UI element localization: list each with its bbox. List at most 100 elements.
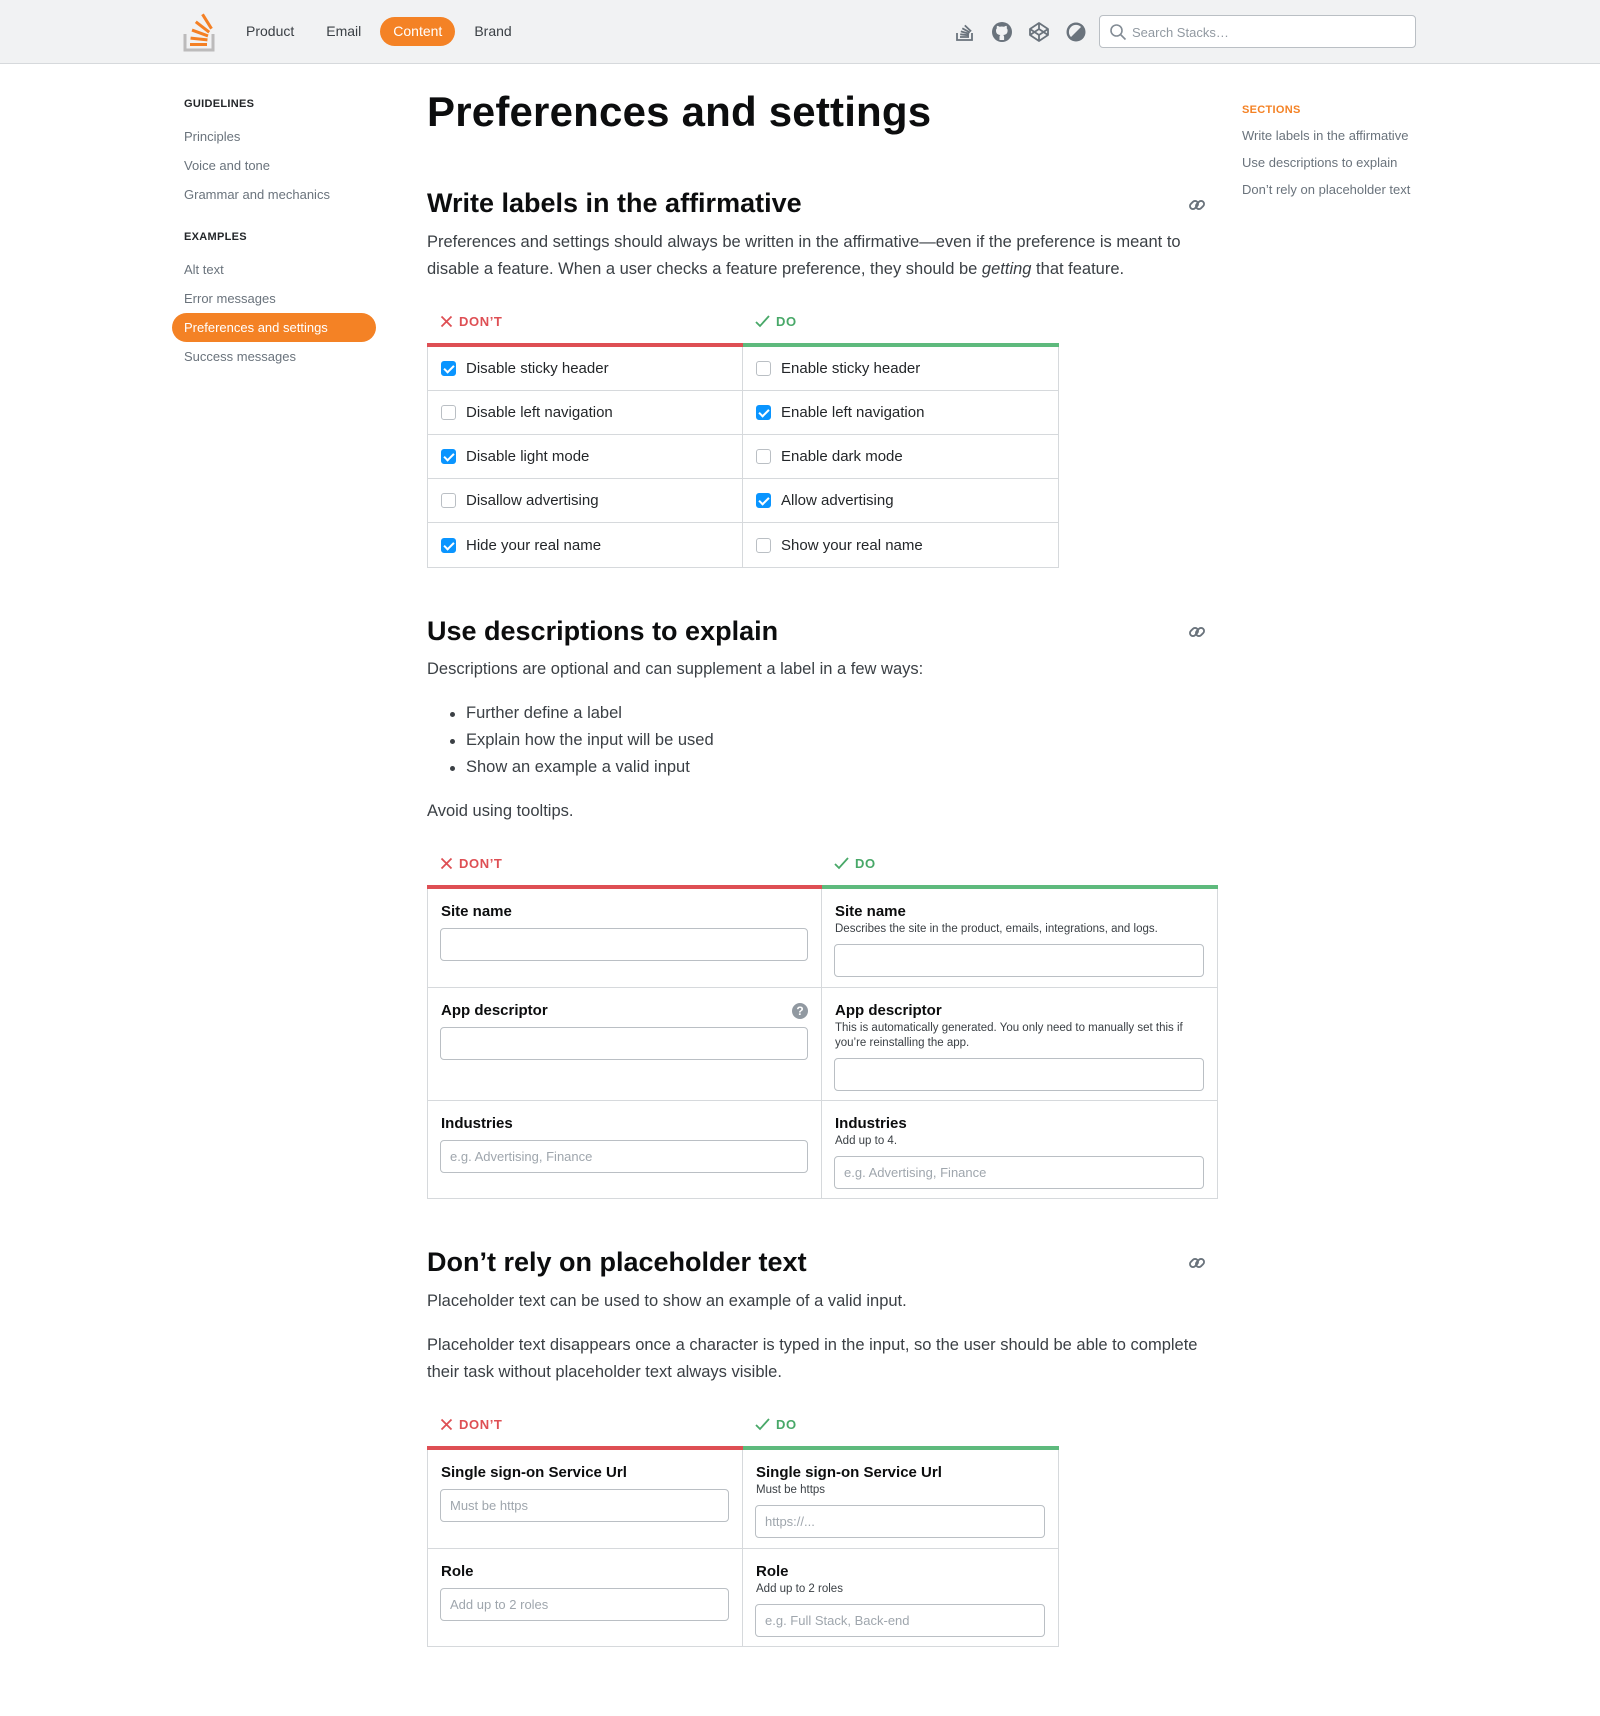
section1-body: Preferences and settings should always b… — [427, 233, 1181, 278]
theme-toggle-icon[interactable] — [1064, 20, 1088, 44]
text-input[interactable] — [755, 1505, 1045, 1538]
text-input[interactable] — [834, 1156, 1204, 1189]
checkbox-row[interactable]: Enable left navigation — [743, 391, 1058, 435]
dont-column: Single sign-on Service Url Role — [428, 1450, 743, 1646]
sidebar-item-grammar-and-mechanics[interactable]: Grammar and mechanics — [172, 180, 376, 209]
checkbox-label: Enable left navigation — [781, 404, 925, 421]
checkbox[interactable] — [441, 361, 456, 376]
section-link-placeholder[interactable]: Don’t rely on placeholder text — [1242, 181, 1442, 208]
checkbox[interactable] — [441, 405, 456, 420]
nav-brand[interactable]: Brand — [461, 17, 524, 46]
checkbox-row[interactable]: Disable sticky header — [428, 347, 742, 391]
search-input[interactable] — [1132, 21, 1402, 43]
checkbox-row[interactable]: Enable sticky header — [743, 347, 1058, 391]
text-input[interactable] — [440, 1140, 808, 1173]
section2-intro: Descriptions are optional and can supple… — [427, 660, 924, 678]
text-input[interactable] — [440, 1027, 808, 1060]
checkbox[interactable] — [756, 449, 771, 464]
checkbox-row[interactable]: Allow advertising — [743, 479, 1058, 523]
checkbox[interactable] — [756, 537, 771, 553]
do-column: Single sign-on Service Url Must be https R… — [743, 1450, 1058, 1646]
sidebar-item-error-messages[interactable]: Error messages — [172, 284, 376, 313]
checkbox[interactable] — [756, 493, 771, 508]
checkbox-label: Enable sticky header — [781, 360, 921, 377]
descriptions-list: Further define a label Explain how the i… — [448, 700, 714, 781]
do-heading: DO — [834, 855, 876, 871]
checkbox[interactable] — [756, 361, 771, 376]
checkbox-row[interactable]: Disable light mode — [428, 435, 742, 479]
check-icon — [755, 314, 770, 327]
header-icons — [953, 20, 1088, 44]
checkbox[interactable] — [441, 493, 456, 508]
search-box — [1099, 15, 1416, 48]
dont-heading: DON’T — [440, 855, 502, 871]
link-icon[interactable] — [1187, 622, 1207, 642]
github-icon[interactable] — [990, 20, 1014, 44]
checkbox[interactable] — [756, 405, 771, 420]
dont-heading: DON’T — [440, 313, 502, 329]
checkbox-row[interactable]: Disable left navigation — [428, 391, 742, 435]
nav-email[interactable]: Email — [313, 17, 374, 46]
stack-overflow-icon[interactable] — [953, 20, 977, 44]
text-input[interactable] — [440, 1489, 729, 1522]
field-label: Site name — [835, 903, 906, 920]
sidebar-item-success-messages[interactable]: Success messages — [172, 342, 376, 371]
checkbox-row[interactable]: Disallow advertising — [428, 479, 742, 523]
sidebar-item-voice-and-tone[interactable]: Voice and tone — [172, 151, 376, 180]
stacks-logo-icon[interactable] — [183, 12, 217, 52]
sidebar-item-alt-text[interactable]: Alt text — [172, 255, 376, 284]
form-field: App descriptor This is automatically gene… — [822, 988, 1217, 1101]
section-link-descriptions[interactable]: Use descriptions to explain — [1242, 154, 1442, 181]
link-icon[interactable] — [1187, 195, 1207, 215]
form-field: App descriptor? — [428, 988, 821, 1101]
checkbox-row[interactable]: Hide your real name — [428, 523, 742, 567]
checkbox[interactable] — [441, 449, 456, 464]
text-input[interactable] — [834, 1058, 1204, 1091]
field-description: Must be https — [756, 1484, 826, 1496]
checkbox-label: Disable light mode — [466, 448, 590, 465]
help-icon[interactable]: ? — [792, 1003, 808, 1019]
form-field: Site name Describes the site in the produ… — [822, 889, 1217, 988]
field-label: Role — [756, 1563, 789, 1580]
text-input[interactable] — [440, 928, 808, 961]
descriptions-comparison: DON’T DO Site name App descriptor? Industr… — [427, 855, 1218, 1199]
link-icon[interactable] — [1187, 1253, 1207, 1273]
text-input[interactable] — [755, 1604, 1045, 1637]
section3-para1: Placeholder text can be used to show an … — [427, 1292, 907, 1310]
checkbox-label: Allow advertising — [781, 492, 894, 509]
section3-para2: Placeholder text disappears once a chara… — [427, 1336, 1198, 1381]
field-description: Describes the site in the product, email… — [835, 923, 1158, 935]
close-icon — [440, 857, 453, 869]
section-title-placeholder: Don’t rely on placeholder text — [427, 1247, 807, 1277]
codepen-icon[interactable] — [1027, 20, 1051, 44]
field-label: Role — [441, 1563, 474, 1580]
product-nav: Product Email Content Brand — [233, 17, 525, 46]
checkbox-row[interactable]: Enable dark mode — [743, 435, 1058, 479]
do-heading: DO — [755, 313, 797, 329]
form-field: Industries — [428, 1101, 821, 1198]
checkbox-row[interactable]: Show your real name — [743, 523, 1058, 567]
form-field: Site name — [428, 889, 821, 988]
text-input[interactable] — [440, 1588, 729, 1621]
field-label: Site name — [441, 903, 512, 920]
check-icon — [834, 856, 849, 869]
section-title-descriptions: Use descriptions to explain — [427, 616, 779, 646]
dont-column: Site name App descriptor? Industries — [428, 889, 822, 1198]
nav-product[interactable]: Product — [233, 17, 307, 46]
list-item: Show an example a valid input — [448, 754, 714, 781]
close-icon — [440, 1418, 453, 1430]
checkbox[interactable] — [441, 537, 456, 553]
left-sidebar: GUIDELINES Principles Voice and tone Gra… — [172, 98, 376, 371]
nav-content[interactable]: Content — [380, 17, 456, 46]
sidebar-item-principles[interactable]: Principles — [172, 122, 376, 151]
form-field: Role — [428, 1549, 742, 1646]
list-item: Explain how the input will be used — [448, 727, 714, 754]
sections-heading: SECTIONS — [1242, 104, 1301, 116]
examples-heading: EXAMPLES — [184, 231, 247, 243]
sidebar-item-preferences-and-settings[interactable]: Preferences and settings — [172, 313, 376, 342]
guidelines-heading: GUIDELINES — [184, 98, 255, 110]
form-field: Single sign-on Service Url — [428, 1450, 742, 1549]
section-link-affirmative[interactable]: Write labels in the affirmative — [1242, 127, 1442, 154]
section-title-affirmative: Write labels in the affirmative — [427, 188, 802, 218]
text-input[interactable] — [834, 944, 1204, 977]
